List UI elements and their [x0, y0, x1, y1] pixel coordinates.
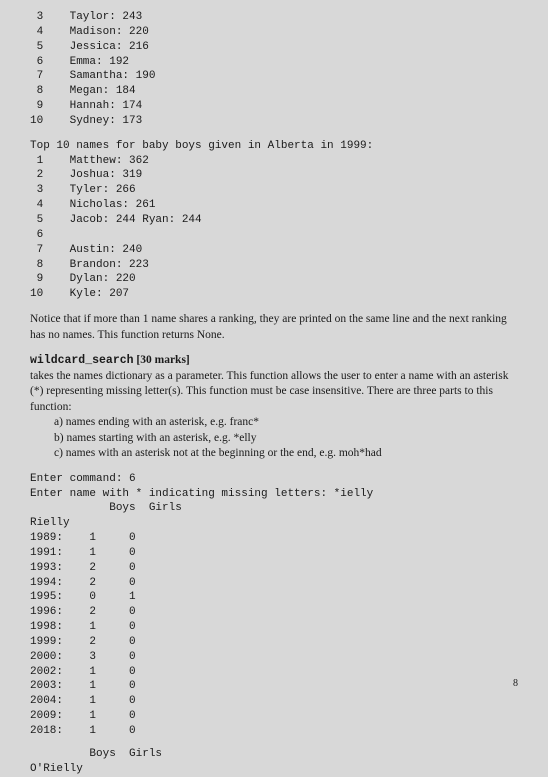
list-item: 2 Joshua: 319	[30, 168, 518, 183]
list-item: 7 Samantha: 190	[30, 69, 518, 84]
boys-header: Top 10 names for baby boys given in Albe…	[30, 139, 518, 154]
list-item: 6 Emma: 192	[30, 55, 518, 70]
list-item: 8 Megan: 184	[30, 84, 518, 99]
list-item: 7 Austin: 240	[30, 243, 518, 258]
table-row: 2018: 1 0	[30, 724, 518, 739]
table-row: 2003: 1 0	[30, 679, 518, 694]
wildcard-description: takes the names dictionary as a paramete…	[30, 369, 518, 416]
list-item: 9 Dylan: 220	[30, 272, 518, 287]
table-row: 2002: 1 0	[30, 665, 518, 680]
page-number: 8	[513, 677, 518, 691]
table-row: 1998: 1 0	[30, 620, 518, 635]
function-name: wildcard_search	[30, 354, 134, 367]
example-session: Enter command: 6 Enter name with * indic…	[30, 472, 518, 777]
table-row: 1989: 1 0	[30, 531, 518, 546]
table-row: 2009: 1 0	[30, 709, 518, 724]
list-item: 8 Brandon: 223	[30, 258, 518, 273]
list-item: 10 Sydney: 173	[30, 114, 518, 129]
list-item: 4 Madison: 220	[30, 25, 518, 40]
list-item: 10 Kyle: 207	[30, 287, 518, 302]
table-row: 1994: 2 0	[30, 576, 518, 591]
list-item: 4 Nicholas: 261	[30, 198, 518, 213]
notice-paragraph: Notice that if more than 1 name shares a…	[30, 312, 518, 343]
list-item: 9 Hannah: 174	[30, 99, 518, 114]
table-row: 1993: 2 0	[30, 561, 518, 576]
list-item: 1 Matthew: 362	[30, 154, 518, 169]
table-row: 1991: 1 0	[30, 546, 518, 561]
result-name-1: Rielly	[30, 516, 518, 531]
list-item: b) names starting with an asterisk, e.g.…	[54, 431, 518, 447]
marks-label: [30 marks]	[134, 354, 190, 366]
list-item: 5 Jacob: 244 Ryan: 244	[30, 213, 518, 228]
result-name-2: O'Rielly	[30, 762, 518, 777]
table-header-2: Boys Girls	[30, 747, 518, 762]
table-header: Boys Girls	[30, 501, 518, 516]
girl-names-list: 3 Taylor: 243 4 Madison: 220 5 Jessica: …	[30, 10, 518, 129]
input-line: Enter name with * indicating missing let…	[30, 487, 518, 502]
wildcard-section: wildcard_search [30 marks] takes the nam…	[30, 353, 518, 462]
list-item: 3 Tyler: 266	[30, 183, 518, 198]
command-line: Enter command: 6	[30, 472, 518, 487]
table-row: 1995: 0 1	[30, 590, 518, 605]
boy-names-section: Top 10 names for baby boys given in Albe…	[30, 139, 518, 302]
list-item: 6	[30, 228, 518, 243]
table-row: 1999: 2 0	[30, 635, 518, 650]
table-row: 1996: 2 0	[30, 605, 518, 620]
table-row: 2000: 3 0	[30, 650, 518, 665]
list-item: 3 Taylor: 243	[30, 10, 518, 25]
list-item: c) names with an asterisk not at the beg…	[54, 446, 518, 462]
table-row: 2004: 1 0	[30, 694, 518, 709]
list-item: 5 Jessica: 216	[30, 40, 518, 55]
list-item: a) names ending with an asterisk, e.g. f…	[54, 415, 518, 431]
